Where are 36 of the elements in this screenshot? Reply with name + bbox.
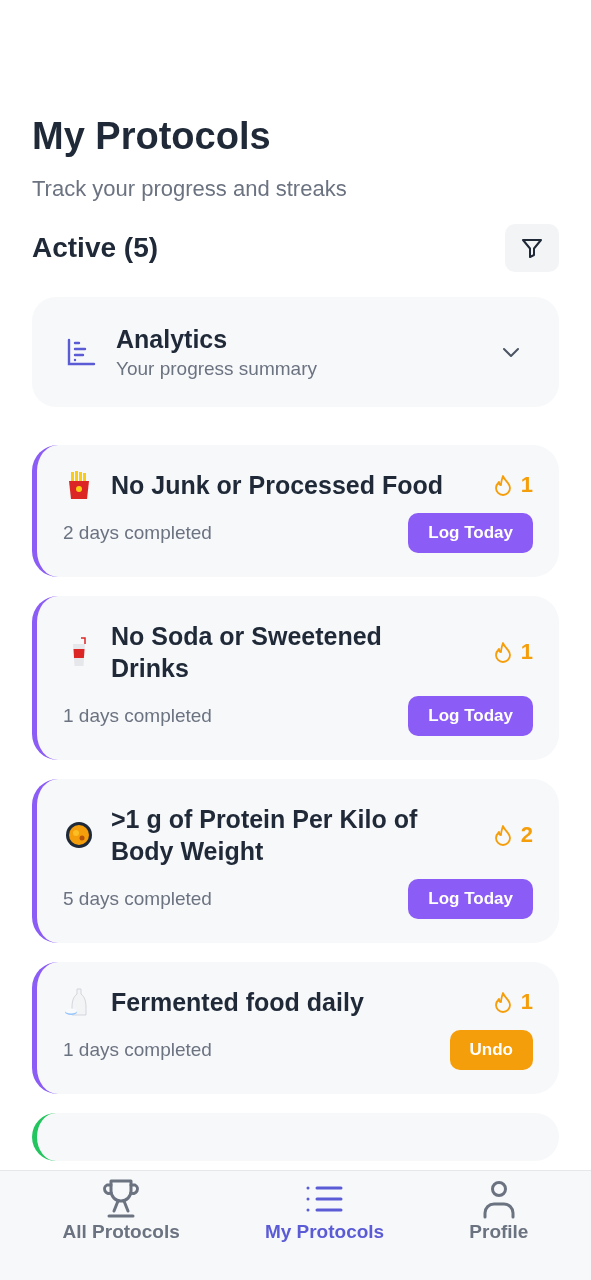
- log-today-button[interactable]: Log Today: [408, 513, 533, 553]
- log-today-button[interactable]: Log Today: [408, 879, 533, 919]
- protocol-card[interactable]: No Junk or Processed Food 1 2 days completed Log Today: [32, 445, 559, 577]
- flame-icon: [492, 991, 513, 1013]
- pan-icon: [63, 819, 95, 851]
- protocol-name: No Soda or Sweetened Drinks: [111, 621, 383, 684]
- progress-text: 1 days completed: [63, 705, 212, 727]
- flame-icon: [492, 824, 513, 846]
- protocol-card[interactable]: Fermented food daily 1 1 days completed Undo: [32, 962, 559, 1094]
- streak-count: 1: [520, 989, 533, 1015]
- protocol-name: >1 g of Protein Per Kilo of Body Weight: [111, 804, 419, 867]
- page-title: My Protocols: [32, 114, 271, 159]
- protocol-card[interactable]: No Soda or Sweetened Drinks 1 1 days completed Log Today: [32, 596, 559, 760]
- protocol-card[interactable]: >1 g of Protein Per Kilo of Body Weight 2 5 days completed Log Today: [32, 779, 559, 943]
- tab[interactable]: My Protocols: [264, 1179, 385, 1243]
- protocol-name: Fermented food daily: [111, 987, 365, 1018]
- log-today-button[interactable]: Log Today: [408, 696, 533, 736]
- filter-icon: [520, 236, 544, 260]
- filter-button[interactable]: [505, 224, 559, 272]
- streak-count: 1: [520, 639, 533, 665]
- protocol-name: No Junk or Processed Food: [111, 470, 444, 501]
- analytics-panel[interactable]: Analytics Your progress summary: [32, 297, 559, 407]
- section-title: Active (5): [32, 232, 159, 264]
- flame-icon: [492, 474, 513, 496]
- progress-text: 1 days completed: [63, 1039, 212, 1061]
- progress-text: 5 days completed: [63, 888, 212, 910]
- flame-icon: [492, 641, 513, 663]
- streak-count: 1: [520, 472, 533, 498]
- tab[interactable]: All Protocols: [62, 1179, 180, 1243]
- analytics-subtitle: Your progress summary: [116, 357, 317, 380]
- progress-text: 2 days completed: [63, 522, 212, 544]
- page-subtitle: Track your progress and streaks: [32, 176, 347, 202]
- tab[interactable]: Profile: [469, 1179, 529, 1243]
- streak-count: 2: [520, 822, 533, 848]
- analytics-title: Analytics: [116, 324, 228, 354]
- chart-icon: [66, 337, 96, 367]
